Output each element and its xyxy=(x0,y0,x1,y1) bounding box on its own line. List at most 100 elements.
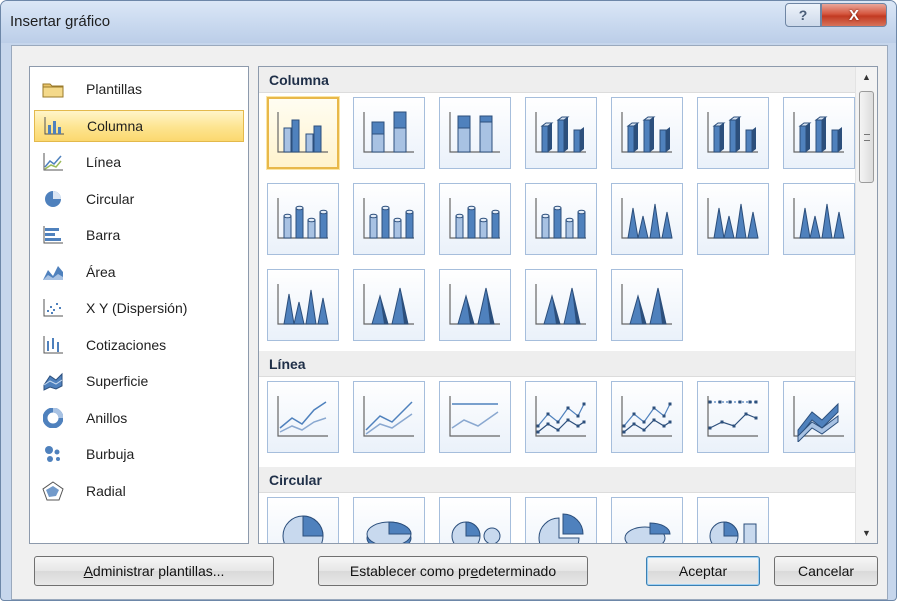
category-label: Columna xyxy=(87,117,144,134)
100-stacked-line-markers-icon xyxy=(707,396,758,437)
category-scatter-chart[interactable]: X Y (Dispersión) xyxy=(34,292,244,324)
category-column-chart[interactable]: Columna xyxy=(34,109,244,142)
stacked-cone-thumbnail[interactable] xyxy=(697,183,769,255)
exploded-pie-thumbnail[interactable] xyxy=(525,497,597,543)
dialog-body: Plantillas Columna Línea Circular Barra Área X… xyxy=(11,45,888,600)
100-stacked-pyramid-thumbnail[interactable] xyxy=(525,269,597,341)
category-doughnut-chart[interactable]: Anillos xyxy=(34,402,244,434)
clustered-pyramid-thumbnail[interactable] xyxy=(353,269,425,341)
100-stacked-column-thumbnail[interactable] xyxy=(439,97,511,169)
3d-exploded-pie-thumbnail[interactable] xyxy=(611,497,683,543)
column-chart-icon xyxy=(43,116,65,136)
3d-pyramid-thumbnail[interactable] xyxy=(611,269,683,341)
set-default-label: Establecer como pr xyxy=(349,563,471,579)
dialog-title: Insertar gráfico xyxy=(10,13,111,30)
category-folder[interactable]: Plantillas xyxy=(34,73,244,105)
category-label: Burbuja xyxy=(86,446,135,462)
chart-type-gallery: ▲ ▼ Columna Línea Circular xyxy=(258,66,878,544)
category-bubble-chart[interactable]: Burbuja xyxy=(34,438,244,470)
3d-100-stacked-column-thumbnail[interactable] xyxy=(697,97,769,169)
3d-cone-thumbnail[interactable] xyxy=(267,269,339,341)
100-stacked-cone-thumbnail[interactable] xyxy=(783,183,855,255)
section-heading-2: Circular xyxy=(259,467,855,493)
scroll-up-arrow-icon[interactable]: ▲ xyxy=(856,67,877,87)
category-bar-chart[interactable]: Barra xyxy=(34,219,244,251)
ok-button[interactable]: Aceptar xyxy=(646,556,760,586)
chart-category-list: Plantillas Columna Línea Circular Barra Área X… xyxy=(29,66,249,544)
line-icon xyxy=(277,396,328,437)
stacked-cylinder-icon xyxy=(363,198,414,239)
category-line-chart[interactable]: Línea xyxy=(34,146,244,178)
category-label: Circular xyxy=(86,190,135,207)
manage-templates-accel: A xyxy=(83,563,93,579)
manage-templates-label: dministrar plantillas... xyxy=(92,563,225,579)
stacked-line-markers-thumbnail[interactable] xyxy=(611,381,683,453)
3d-pyramid-icon xyxy=(621,284,672,325)
100-stacked-line-markers-thumbnail[interactable] xyxy=(697,381,769,453)
100-stacked-cylinder-icon xyxy=(449,198,500,239)
clustered-cylinder-icon xyxy=(277,198,328,239)
3d-cylinder-thumbnail[interactable] xyxy=(525,183,597,255)
line-thumbnail[interactable] xyxy=(267,381,339,453)
3d-pie-thumbnail[interactable] xyxy=(353,497,425,543)
3d-stacked-column-thumbnail[interactable] xyxy=(611,97,683,169)
category-area-chart[interactable]: Área xyxy=(34,256,244,288)
3d-line-icon xyxy=(793,396,844,442)
bar-of-pie-thumbnail[interactable] xyxy=(697,497,769,543)
cancel-button[interactable]: Cancelar xyxy=(774,556,878,586)
category-surface-chart[interactable]: Superficie xyxy=(34,365,244,397)
category-radar-chart[interactable]: Radial xyxy=(34,475,244,507)
100-stacked-cylinder-thumbnail[interactable] xyxy=(439,183,511,255)
clustered-cylinder-thumbnail[interactable] xyxy=(267,183,339,255)
set-as-default-button[interactable]: Establecer como pr e determinado xyxy=(318,556,588,586)
stacked-column-thumbnail[interactable] xyxy=(353,97,425,169)
section-heading-0: Columna xyxy=(259,67,855,93)
stacked-cone-icon xyxy=(707,198,759,239)
stacked-column-icon xyxy=(363,111,414,153)
3d-pie-icon xyxy=(366,521,412,543)
pie-of-pie-thumbnail[interactable] xyxy=(439,497,511,543)
scrollbar-thumb[interactable] xyxy=(859,91,874,183)
100-stacked-cone-icon xyxy=(793,198,845,239)
doughnut-chart-icon xyxy=(42,407,64,428)
category-label: Área xyxy=(86,263,116,280)
3d-stacked-column-icon xyxy=(621,112,672,153)
exploded-pie-icon xyxy=(538,513,584,543)
stacked-pyramid-icon xyxy=(449,284,500,325)
3d-exploded-pie-icon xyxy=(624,522,671,543)
scroll-down-arrow-icon[interactable]: ▼ xyxy=(856,523,877,543)
3d-cone-icon xyxy=(277,284,329,325)
3d-cylinder-icon xyxy=(535,198,586,239)
pie-icon xyxy=(282,515,324,543)
stacked-line-markers-icon xyxy=(621,396,672,437)
category-pie-chart[interactable]: Circular xyxy=(34,183,244,215)
100-stacked-line-thumbnail[interactable] xyxy=(439,381,511,453)
3d-column-icon xyxy=(793,112,844,153)
surface-chart-icon xyxy=(42,371,64,391)
gallery-scrollbar[interactable]: ▲ ▼ xyxy=(855,67,877,543)
3d-line-thumbnail[interactable] xyxy=(783,381,855,453)
category-stock-chart[interactable]: Cotizaciones xyxy=(34,329,244,361)
close-button[interactable]: X xyxy=(821,3,887,27)
stock-chart-icon xyxy=(42,335,64,355)
clustered-column-thumbnail[interactable] xyxy=(267,97,339,169)
line-markers-icon xyxy=(535,396,586,437)
clustered-cone-icon xyxy=(621,198,673,239)
3d-clustered-column-icon xyxy=(535,112,586,153)
pie-thumbnail[interactable] xyxy=(267,497,339,543)
help-button[interactable]: ? xyxy=(785,3,821,27)
category-label: Anillos xyxy=(86,409,128,426)
clustered-column-icon xyxy=(277,112,328,153)
stacked-pyramid-thumbnail[interactable] xyxy=(439,269,511,341)
category-label: Barra xyxy=(86,227,121,243)
100-stacked-column-icon xyxy=(449,112,500,153)
set-default-accel: e xyxy=(470,563,479,579)
clustered-cone-thumbnail[interactable] xyxy=(611,183,683,255)
manage-templates-button[interactable]: Administrar plantillas... xyxy=(34,556,274,586)
title-bar[interactable]: Insertar gráfico ? X xyxy=(1,1,896,43)
3d-column-thumbnail[interactable] xyxy=(783,97,855,169)
line-markers-thumbnail[interactable] xyxy=(525,381,597,453)
stacked-cylinder-thumbnail[interactable] xyxy=(353,183,425,255)
stacked-line-thumbnail[interactable] xyxy=(353,381,425,453)
3d-clustered-column-thumbnail[interactable] xyxy=(525,97,597,169)
